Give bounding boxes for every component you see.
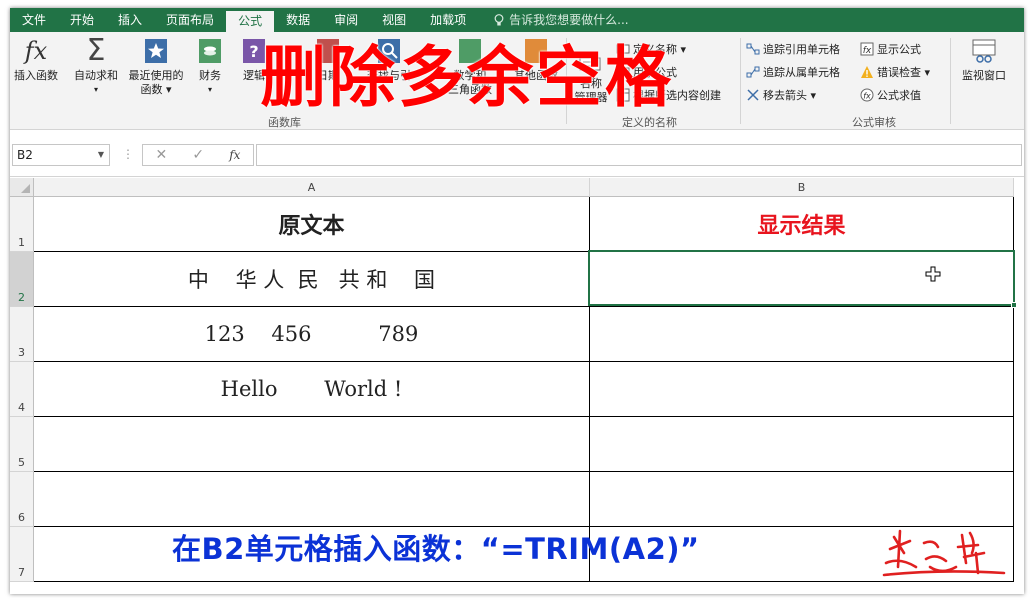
- cell-b6[interactable]: [590, 472, 1014, 527]
- insert-function-button[interactable]: fx 插入函数: [10, 36, 62, 83]
- error-checking-label: 错误检查: [877, 66, 921, 79]
- row-header-6[interactable]: 6: [10, 472, 34, 527]
- trace-dependents-button[interactable]: 追踪从属单元格: [746, 65, 840, 81]
- cell-a6[interactable]: [34, 472, 590, 527]
- error-checking-button[interactable]: 错误检查 ▾: [860, 65, 930, 81]
- autosum-button[interactable]: Σ 自动求和 ▾: [68, 36, 124, 97]
- recently-used-label-2: 函数: [140, 83, 163, 96]
- financial-icon: [195, 36, 225, 66]
- trace-precedents-icon: [746, 43, 760, 55]
- tell-me-search[interactable]: 告诉我您想要做什么...: [478, 8, 629, 32]
- row-header-2[interactable]: 2: [10, 252, 34, 307]
- enter-icon[interactable]: ✓: [192, 147, 204, 163]
- insert-function-label: 插入函数: [14, 69, 58, 82]
- cross-cursor-icon: [925, 266, 941, 282]
- name-box-dropdown-icon[interactable]: ▼: [98, 145, 104, 165]
- ribbon-separator: [950, 38, 951, 124]
- tab-home[interactable]: 开始: [58, 8, 106, 32]
- excel-window: 文件 开始 插入 页面布局 公式 数据 审阅 视图 加载项 告诉我您想要做什么.…: [10, 8, 1024, 594]
- show-formulas-icon: fx: [860, 42, 874, 56]
- column-header-b[interactable]: B: [590, 178, 1014, 197]
- select-all-triangle-icon: [21, 184, 30, 193]
- tell-me-text: 告诉我您想要做什么...: [509, 13, 629, 27]
- svg-text:fx: fx: [863, 92, 871, 101]
- trace-precedents-button[interactable]: 追踪引用单元格: [746, 42, 840, 58]
- remove-arrows-label: 移去箭头: [763, 89, 807, 102]
- tab-add-ins[interactable]: 加载项: [418, 8, 478, 32]
- financial-button[interactable]: 财务 ▾: [192, 36, 228, 97]
- trace-precedents-label: 追踪引用单元格: [763, 43, 840, 56]
- watch-window-label: 监视窗口: [962, 69, 1006, 82]
- warning-icon: [861, 66, 873, 78]
- row-header-1[interactable]: 1: [10, 197, 34, 252]
- name-box-value: B2: [17, 148, 33, 162]
- remove-arrows-icon: [747, 89, 759, 101]
- svg-text:?: ?: [249, 42, 258, 61]
- cell-b3[interactable]: [590, 307, 1014, 362]
- cell-a3[interactable]: 123 456 789: [34, 307, 590, 362]
- overlay-title: 删除多余空格: [260, 39, 674, 116]
- fx-icon: fx: [24, 37, 48, 65]
- recently-used-button[interactable]: 最近使用的 函数 ▾: [122, 36, 190, 97]
- svg-text:fx: fx: [863, 46, 872, 56]
- ribbon-tab-bar: 文件 开始 插入 页面布局 公式 数据 审阅 视图 加载项 告诉我您想要做什么.…: [10, 8, 1024, 32]
- row-header-5[interactable]: 5: [10, 417, 34, 472]
- show-formulas-button[interactable]: fx 显示公式: [860, 42, 921, 58]
- cell-a4[interactable]: Hello World !: [34, 362, 590, 417]
- financial-dropdown-icon: ▾: [207, 85, 212, 94]
- cancel-icon[interactable]: ✕: [156, 147, 168, 163]
- cell-b5[interactable]: [590, 417, 1014, 472]
- recently-used-label: 最近使用的: [128, 69, 184, 82]
- evaluate-formula-icon: fx: [860, 88, 874, 102]
- evaluate-formula-label: 公式求值: [877, 89, 921, 102]
- evaluate-formula-button[interactable]: fx 公式求值: [860, 88, 921, 104]
- sigma-icon: Σ: [86, 33, 106, 68]
- ribbon-separator: [740, 38, 741, 124]
- tab-file[interactable]: 文件: [10, 8, 58, 32]
- column-header-a[interactable]: A: [34, 178, 590, 197]
- name-box[interactable]: B2 ▼: [12, 144, 110, 166]
- show-formulas-label: 显示公式: [877, 43, 921, 56]
- row-header-4[interactable]: 4: [10, 362, 34, 417]
- financial-label: 财务: [199, 69, 221, 82]
- insert-function-fx-icon[interactable]: fx: [229, 148, 240, 162]
- formula-bar-splitter[interactable]: ⋮: [122, 147, 134, 161]
- tab-formulas[interactable]: 公式: [226, 11, 275, 32]
- cell-a1[interactable]: 原文本: [34, 197, 590, 252]
- tab-review[interactable]: 审阅: [322, 8, 370, 32]
- formula-bar: B2 ▼ ⋮ ✕ ✓ fx: [10, 131, 1024, 177]
- row-header-7[interactable]: 7: [10, 527, 34, 582]
- group-label-formula-auditing: 公式审核: [852, 116, 896, 129]
- cell-b4[interactable]: [590, 362, 1014, 417]
- tab-view[interactable]: 视图: [370, 8, 418, 32]
- remove-arrows-button[interactable]: 移去箭头 ▾: [746, 88, 816, 104]
- trace-dependents-label: 追踪从属单元格: [763, 66, 840, 79]
- formula-input[interactable]: [256, 144, 1022, 166]
- autosum-dropdown-icon: ▾: [93, 85, 98, 94]
- watch-window-button[interactable]: 监视窗口: [954, 36, 1014, 83]
- lightbulb-icon: [494, 14, 504, 26]
- trace-dependents-icon: [746, 66, 760, 78]
- tab-data[interactable]: 数据: [274, 8, 322, 32]
- row-header-3[interactable]: 3: [10, 307, 34, 362]
- cell-b2[interactable]: [590, 252, 1014, 307]
- cell-a5[interactable]: [34, 417, 590, 472]
- cell-a2[interactable]: 中 华 人 民 共 和 国: [34, 252, 590, 307]
- cell-b1[interactable]: 显示结果: [590, 197, 1014, 252]
- formula-buttons: ✕ ✓ fx: [142, 144, 254, 166]
- signature-icon: [882, 529, 1006, 577]
- tab-page-layout[interactable]: 页面布局: [154, 8, 226, 32]
- bottom-caption: 在B2单元格插入函数：“=TRIM(A2)”: [172, 532, 700, 566]
- autosum-label: 自动求和: [74, 69, 118, 82]
- watch-window-icon: [969, 36, 999, 66]
- tab-insert[interactable]: 插入: [106, 8, 154, 32]
- select-all-button[interactable]: [10, 178, 34, 197]
- star-book-icon: [141, 36, 171, 66]
